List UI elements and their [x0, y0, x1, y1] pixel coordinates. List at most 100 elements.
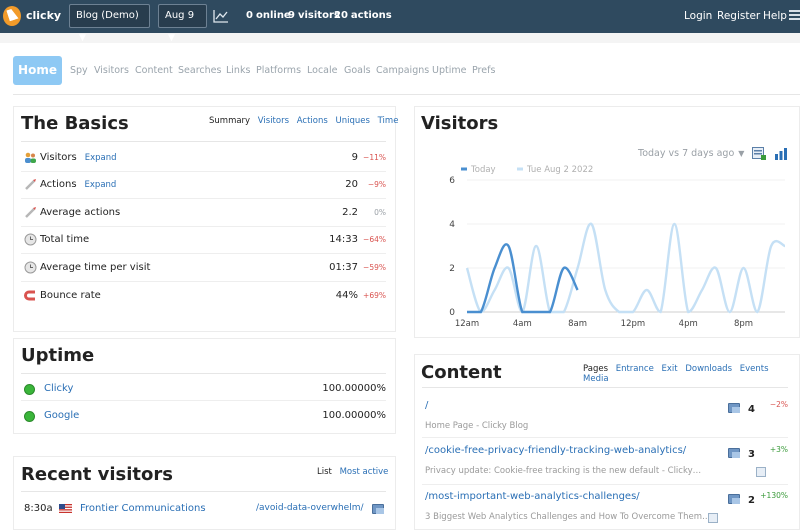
visitors-icon: [25, 152, 36, 163]
page-details-icon[interactable]: [728, 403, 740, 413]
average-actions-icon: [25, 207, 36, 218]
visit-time: 8:30a: [24, 503, 53, 514]
legend-label: Tue Aug 2 2022: [526, 165, 593, 175]
actions-count: 20: [334, 10, 348, 21]
compare-dropdown[interactable]: Today vs 7 days ago ▼: [638, 148, 744, 159]
visitors-count: 9: [288, 10, 295, 21]
online-stat[interactable]: 0 online: [246, 10, 291, 21]
uptime-title: Uptime: [21, 345, 95, 366]
tab-visitors[interactable]: Visitors: [258, 116, 289, 126]
clock-icon: [24, 261, 37, 274]
basics-row-bounce-rate: Bounce rate 44% +69%: [21, 283, 386, 310]
content-page-count: 2: [748, 495, 755, 506]
uptime-site-clicky[interactable]: Clicky: [44, 383, 73, 394]
register-link[interactable]: Register: [717, 10, 760, 22]
tab-uniques[interactable]: Uniques: [336, 116, 370, 126]
nav-searches[interactable]: Searches: [178, 65, 221, 76]
tab-pages[interactable]: Pages: [583, 364, 608, 374]
content-page-count: 4: [748, 404, 755, 415]
bounce-rate-label: Bounce rate: [40, 290, 101, 301]
tab-exit[interactable]: Exit: [662, 364, 678, 374]
compare-dropdown-label: Today vs 7 days ago: [638, 148, 735, 159]
clicky-logo-icon[interactable]: [3, 6, 21, 26]
actions-value: 20: [345, 179, 358, 190]
tab-media[interactable]: Media: [583, 374, 609, 384]
average-time-value: 01:37: [329, 262, 358, 273]
content-page-title: Home Page - Clicky Blog: [425, 421, 529, 431]
total-time-label: Total time: [40, 234, 90, 245]
site-selector-label: Blog (Demo): [76, 10, 139, 21]
tab-downloads[interactable]: Downloads: [685, 364, 732, 374]
date-selector[interactable]: Aug 9▼: [158, 4, 207, 43]
nav-uptime[interactable]: Uptime: [432, 65, 466, 76]
us-flag-icon: [59, 504, 72, 513]
site-selector[interactable]: Blog (Demo)▼: [69, 4, 150, 43]
export-table-icon[interactable]: [752, 147, 766, 160]
tab-entrance[interactable]: Entrance: [616, 364, 654, 374]
content-tabs: Pages Entrance Exit Downloads Events Med…: [578, 364, 800, 384]
nav-campaigns[interactable]: Campaigns: [376, 65, 429, 76]
visitor-details-icon[interactable]: [372, 504, 384, 514]
visitors-stat[interactable]: 9 visitors: [288, 10, 340, 21]
nav-goals[interactable]: Goals: [344, 65, 371, 76]
average-actions-label: Average actions: [40, 207, 121, 218]
x-tick-label: 12am: [455, 319, 479, 329]
bar-chart-icon[interactable]: [774, 147, 788, 160]
online-label: online: [255, 10, 291, 21]
actions-label: actions: [350, 10, 392, 21]
average-time-label: Average time per visit: [40, 262, 151, 273]
nav-platforms[interactable]: Platforms: [256, 65, 301, 76]
nav-visitors[interactable]: Visitors: [94, 65, 129, 76]
nav-links[interactable]: Links: [226, 65, 250, 76]
page-details-icon[interactable]: [728, 448, 740, 458]
tab-most-active[interactable]: Most active: [340, 467, 389, 477]
total-time-value: 14:33: [329, 234, 358, 245]
menu-icon[interactable]: [789, 10, 800, 20]
actions-expand-link[interactable]: Expand: [85, 180, 117, 190]
legend-label: Today: [470, 165, 496, 175]
nav-content[interactable]: Content: [135, 65, 173, 76]
nav-prefs[interactable]: Prefs: [472, 65, 495, 76]
x-tick-label: 8pm: [734, 319, 753, 329]
tab-actions[interactable]: Actions: [297, 116, 328, 126]
tab-list[interactable]: List: [317, 467, 332, 477]
basics-row-visitors: Visitors Expand 9 −11%: [21, 145, 386, 172]
bounce-rate-value: 44%: [335, 290, 358, 301]
visitor-org-link[interactable]: Frontier Communications: [80, 503, 206, 514]
line-chart-icon[interactable]: [213, 9, 229, 23]
content-page-link[interactable]: /cookie-free-privacy-friendly-tracking-w…: [425, 445, 686, 456]
help-link[interactable]: Help: [763, 10, 787, 22]
x-tick-label: 8am: [568, 319, 587, 329]
top-bar: clicky Blog (Demo)▼ Aug 9▼ 0 online 9 visi…: [0, 0, 800, 43]
x-tick-label: 12pm: [621, 319, 646, 329]
series-line-today: [466, 243, 579, 314]
tab-summary[interactable]: Summary: [209, 116, 250, 126]
page-details-icon[interactable]: [728, 494, 740, 504]
login-link[interactable]: Login: [684, 10, 712, 22]
tab-home[interactable]: Home: [13, 56, 62, 85]
basics-title: The Basics: [21, 113, 129, 134]
actions-icon: [25, 179, 36, 190]
content-divider: [422, 387, 788, 388]
external-link-icon[interactable]: [708, 513, 718, 523]
external-link-icon[interactable]: [756, 467, 766, 477]
content-row: /most-important-web-analytics-challenges…: [422, 491, 788, 527]
actions-stat[interactable]: 20 actions: [334, 10, 392, 21]
nav-spy[interactable]: Spy: [70, 65, 88, 76]
brand-name[interactable]: clicky: [26, 9, 61, 22]
bounce-icon: [24, 290, 35, 301]
visitors-label: Visitors: [40, 152, 77, 163]
visitors-expand-link[interactable]: Expand: [85, 153, 117, 163]
basics-row-total-time: Total time 14:33 −64%: [21, 227, 386, 254]
visitor-page-link[interactable]: /avoid-data-overwhelm/: [256, 503, 364, 513]
tab-events[interactable]: Events: [740, 364, 769, 374]
content-page-link[interactable]: /most-important-web-analytics-challenges…: [425, 491, 640, 502]
content-page-link[interactable]: /: [425, 400, 428, 411]
tab-time[interactable]: Time: [378, 116, 399, 126]
nav-divider: [13, 94, 800, 95]
total-time-change: −64%: [363, 235, 386, 244]
basics-row-average-actions: Average actions 2.2 0%: [21, 200, 386, 227]
uptime-site-google[interactable]: Google: [44, 410, 79, 421]
uptime-value-clicky: 100.00000%: [322, 383, 386, 394]
nav-locale[interactable]: Locale: [307, 65, 337, 76]
